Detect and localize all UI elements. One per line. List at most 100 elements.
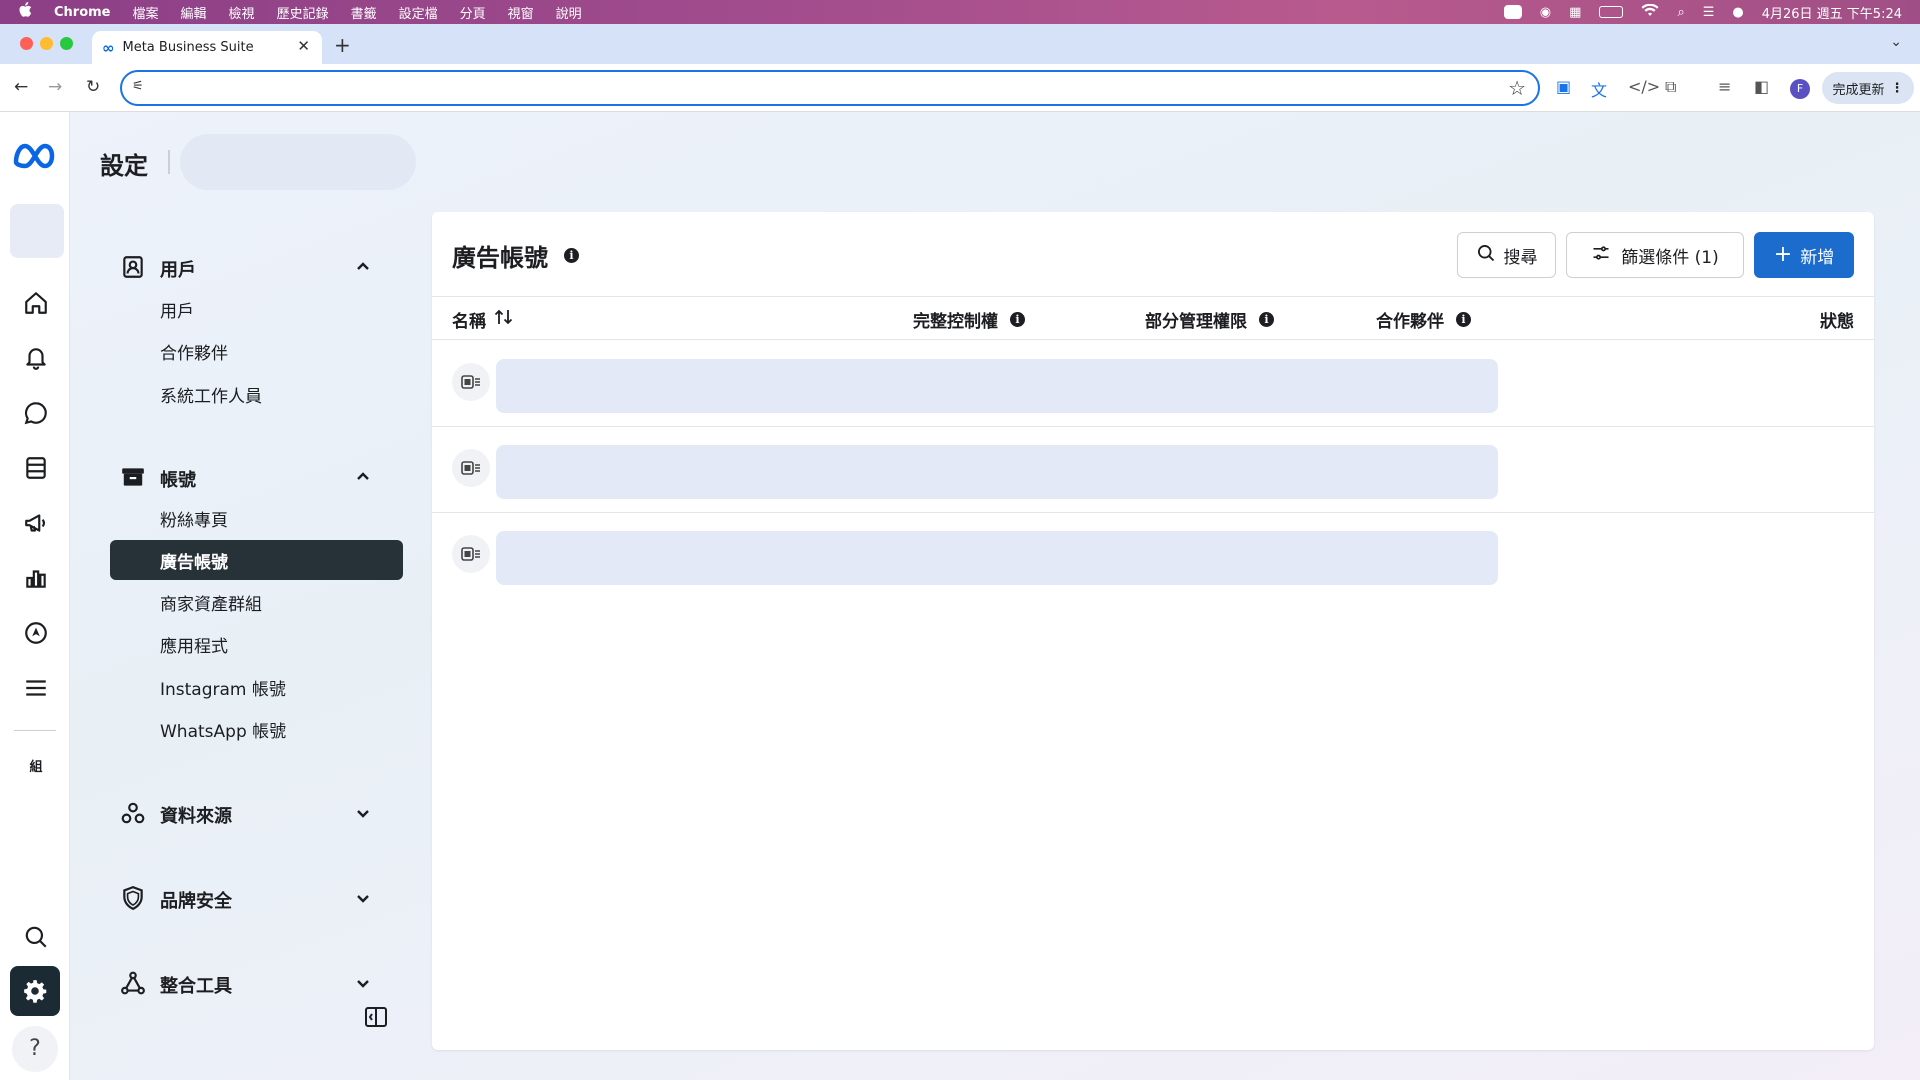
all-tools-menu-icon[interactable]	[21, 673, 51, 703]
chevron-up-icon	[356, 470, 370, 488]
column-label: 完整控制權	[913, 312, 998, 332]
close-tab-icon[interactable]: ✕	[297, 37, 310, 55]
sidebar-section-data-sources[interactable]: 資料來源	[120, 799, 369, 831]
sidebar-item-system-users[interactable]: 系統工作人員	[160, 382, 262, 407]
search-icon[interactable]	[21, 922, 51, 952]
menu-history[interactable]: 歷史記錄	[277, 3, 329, 22]
ad-account-card-icon	[452, 449, 490, 487]
table-row[interactable]	[432, 513, 1874, 599]
info-icon[interactable]: i	[564, 248, 579, 263]
menu-file[interactable]: 檔案	[133, 3, 159, 22]
collapse-sidebar-icon[interactable]	[364, 1005, 388, 1029]
sidebar-item-partners[interactable]: 合作夥伴	[160, 339, 228, 364]
profile-avatar[interactable]: F	[1790, 79, 1810, 99]
control-center-icon[interactable]: ☰	[1703, 5, 1715, 20]
back-button[interactable]: ←	[14, 77, 28, 97]
keyboard-icon[interactable]: ▦	[1569, 5, 1581, 20]
new-tab-button[interactable]: +	[334, 33, 351, 57]
insights-chart-icon[interactable]	[21, 563, 51, 593]
forward-button[interactable]: →	[48, 77, 62, 97]
info-icon[interactable]: i	[1010, 312, 1025, 327]
close-window-button[interactable]	[20, 37, 33, 50]
menu-bar: Chrome 檔案 編輯 檢視 歷史記錄 書籤 設定檔 分頁 視窗 說明 ◉ ▦…	[0, 0, 1920, 24]
table-row[interactable]	[432, 341, 1874, 427]
chevron-up-icon	[356, 260, 370, 278]
menu-window[interactable]: 視窗	[508, 3, 534, 22]
minimize-window-button[interactable]	[40, 37, 53, 50]
sidebar-section-brand-safety[interactable]: 品牌安全	[120, 884, 369, 916]
side-panel-icon[interactable]: ◧	[1754, 77, 1769, 96]
address-bar[interactable]: ⚟ ☆	[120, 70, 1540, 106]
inbox-chat-icon[interactable]	[21, 398, 51, 428]
plus-icon: +	[1773, 242, 1793, 267]
sidebar-item-whatsapp-accounts[interactable]: WhatsApp 帳號	[160, 717, 286, 742]
sidebar-item-users[interactable]: 用戶	[160, 297, 194, 322]
spotlight-icon[interactable]: ⌕	[1677, 5, 1684, 20]
menu-help[interactable]: 說明	[556, 3, 582, 22]
extension-icon-1[interactable]: ▣	[1556, 77, 1571, 96]
sidebar-section-label: 品牌安全	[160, 891, 232, 912]
column-header-partners: 合作夥伴 i	[1376, 307, 1471, 332]
business-account-selector[interactable]	[180, 134, 416, 190]
account-switcher[interactable]	[10, 204, 64, 258]
navigation-compass-icon[interactable]	[21, 618, 51, 648]
search-button[interactable]: 搜尋	[1457, 232, 1556, 278]
ad-account-card-icon	[452, 363, 490, 401]
help-question-icon[interactable]: ?	[12, 1026, 58, 1072]
browser-toolbar: ← → ↻ ⚟ ☆ ▣ 文 </> ⧉ ≡ ◧ F 完成更新 ⋮	[0, 64, 1920, 112]
sidebar-section-accounts[interactable]: 帳號	[120, 463, 369, 495]
sidebar-item-pages[interactable]: 粉絲專頁	[160, 506, 228, 531]
sidebar-section-label: 資料來源	[160, 806, 232, 827]
sidebar-item-apps[interactable]: 應用程式	[160, 632, 228, 657]
filter-button[interactable]: 篩選條件 (1)	[1566, 232, 1744, 278]
battery-icon[interactable]	[1599, 6, 1624, 18]
sidebar-item-business-asset-groups[interactable]: 商家資產群組	[160, 590, 262, 615]
filter-sliders-icon	[1591, 243, 1611, 268]
siri-icon[interactable]: ●	[1732, 5, 1743, 20]
zoom-window-button[interactable]	[60, 37, 73, 50]
rail-badge[interactable]: 組	[21, 750, 51, 780]
sidebar-section-integrations[interactable]: 整合工具	[120, 969, 369, 1001]
wifi-icon[interactable]	[1641, 3, 1659, 21]
meta-favicon-icon: ∞	[102, 38, 115, 57]
site-info-icon[interactable]: ⚟	[132, 79, 144, 94]
menu-tab[interactable]: 分頁	[460, 3, 486, 22]
extensions-puzzle-icon[interactable]: ⧉	[1665, 77, 1676, 97]
reload-button[interactable]: ↻	[86, 77, 100, 97]
content-pages-icon[interactable]	[21, 453, 51, 483]
info-icon[interactable]: i	[1259, 312, 1274, 327]
add-button[interactable]: + 新增	[1754, 232, 1854, 278]
update-button[interactable]: 完成更新 ⋮	[1822, 72, 1914, 104]
meta-logo-icon[interactable]	[12, 140, 58, 174]
menu-profiles[interactable]: 設定檔	[399, 3, 438, 22]
column-header-full-control: 完整控制權 i	[913, 307, 1025, 332]
menu-bookmarks[interactable]: 書籤	[351, 3, 377, 22]
record-icon[interactable]: ◉	[1540, 5, 1551, 20]
menu-edit[interactable]: 編輯	[181, 3, 207, 22]
table-row[interactable]	[432, 427, 1874, 513]
settings-button[interactable]	[10, 966, 60, 1016]
tab-title: Meta Business Suite	[122, 40, 254, 55]
ads-megaphone-icon[interactable]	[21, 508, 51, 538]
menu-clock[interactable]: 4月26日 週五 下午5:24	[1762, 3, 1902, 22]
translate-extension-icon[interactable]: 文	[1591, 77, 1607, 101]
browser-tab[interactable]: ∞ Meta Business Suite ✕	[92, 31, 322, 64]
column-header-name[interactable]: 名稱	[452, 307, 514, 332]
sidebar-item-ad-accounts[interactable]: 廣告帳號	[110, 540, 403, 580]
bookmark-star-icon[interactable]: ☆	[1508, 76, 1526, 100]
line-app-icon[interactable]	[1503, 5, 1522, 19]
apple-icon[interactable]	[18, 2, 32, 22]
menu-view[interactable]: 檢視	[229, 3, 255, 22]
sidebar-item-instagram-accounts[interactable]: Instagram 帳號	[160, 675, 286, 700]
code-extension-icon[interactable]: </>	[1628, 77, 1660, 96]
sidebar-section-users[interactable]: 用戶	[120, 253, 369, 285]
home-icon[interactable]	[21, 288, 51, 318]
info-icon[interactable]: i	[1456, 312, 1471, 327]
tab-search-chevron-icon[interactable]: ⌄	[1890, 34, 1902, 50]
menu-app-name[interactable]: Chrome	[54, 5, 111, 20]
notifications-bell-icon[interactable]	[21, 343, 51, 373]
filter-label: 篩選條件 (1)	[1621, 247, 1719, 268]
global-nav-rail: 組 ?	[0, 112, 70, 1080]
sort-arrows-icon[interactable]	[494, 308, 514, 331]
reading-list-icon[interactable]: ≡	[1718, 77, 1731, 96]
